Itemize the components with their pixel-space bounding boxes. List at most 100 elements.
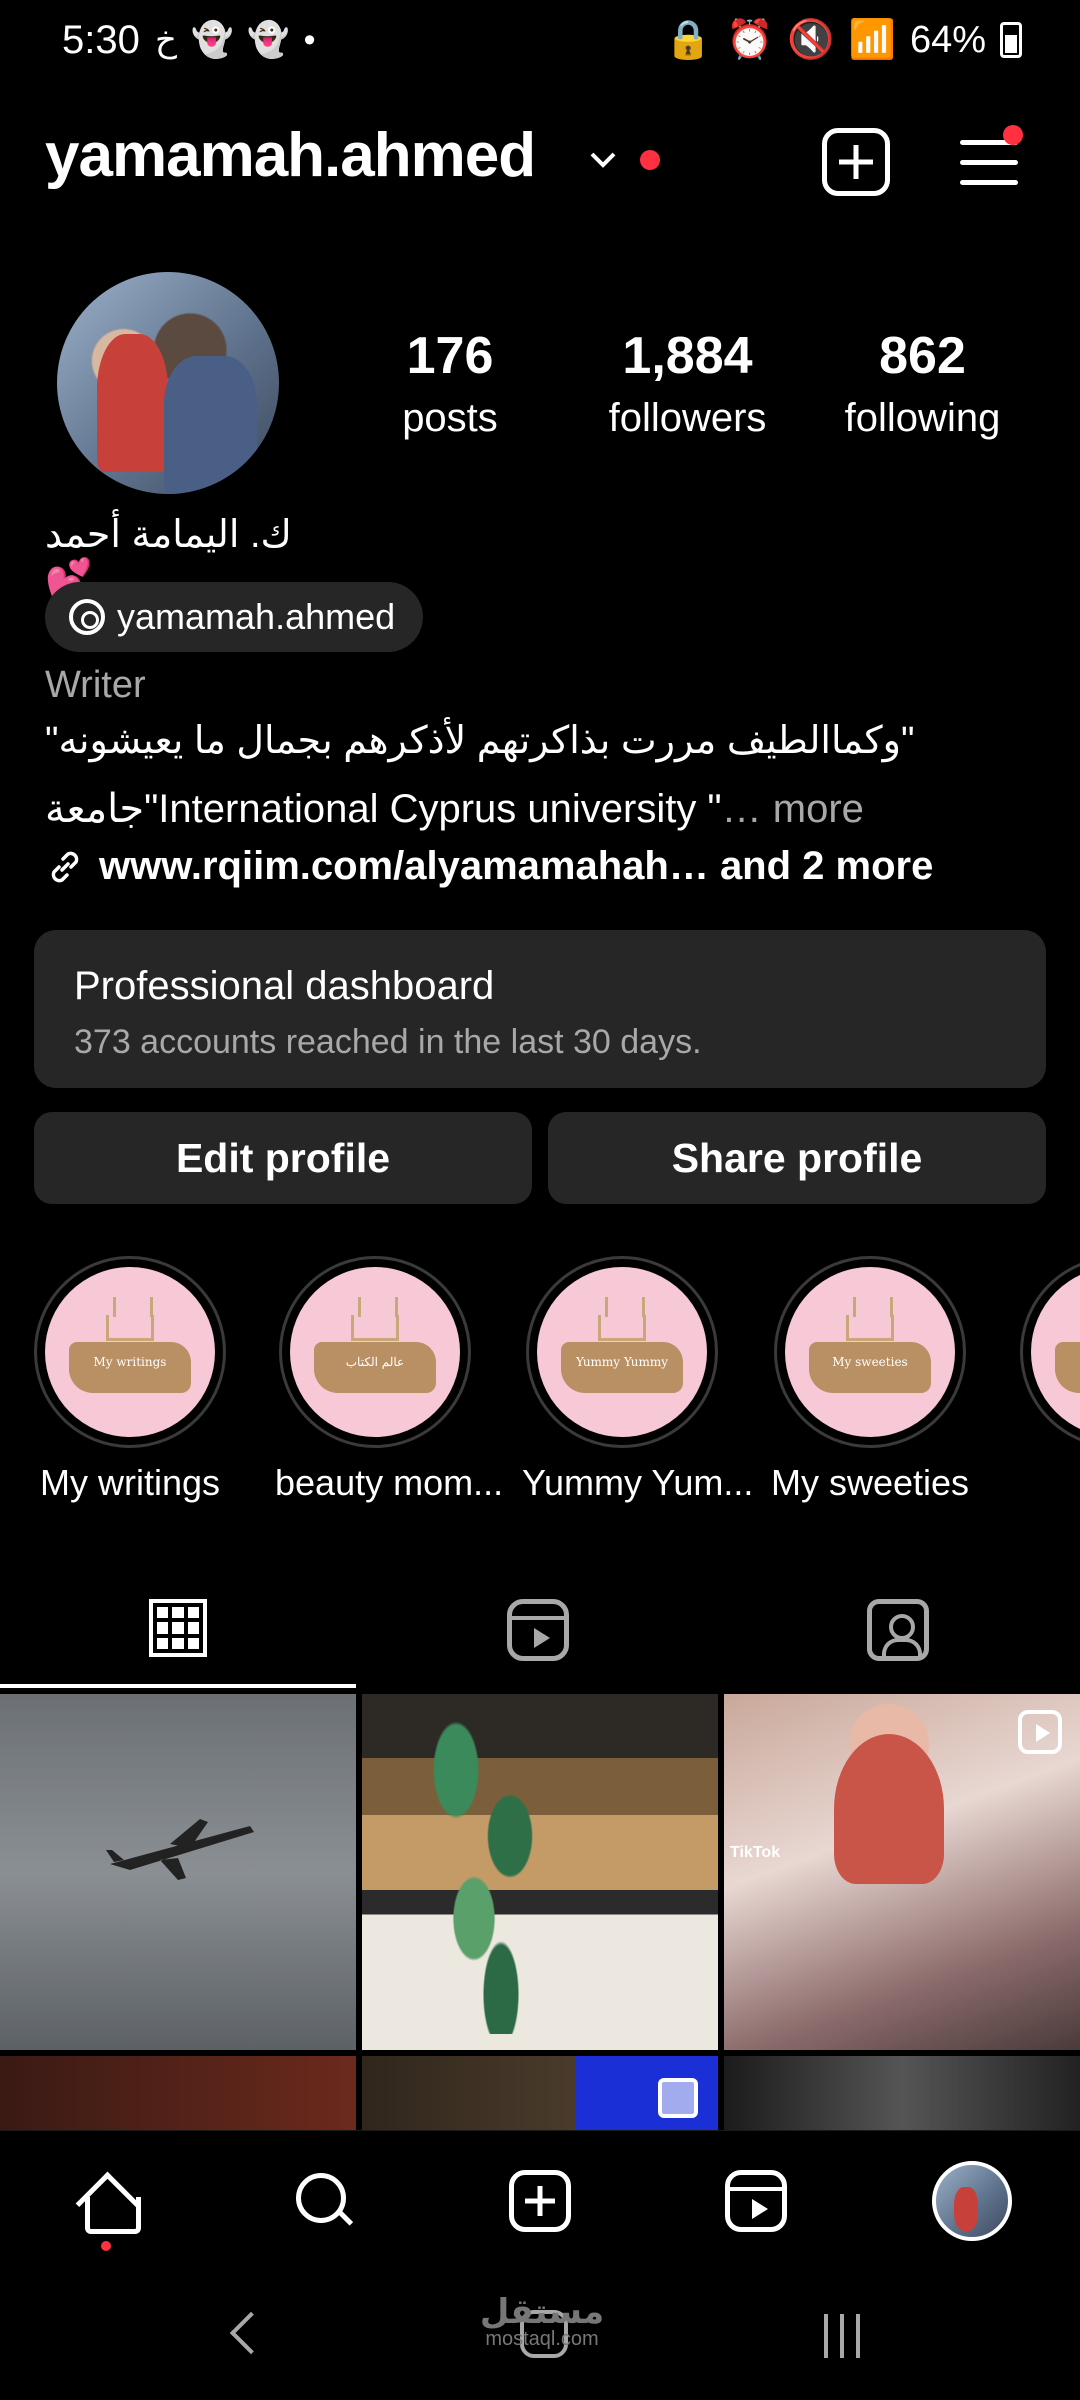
highlight-brush: عالم الكتاب [313, 1341, 437, 1393]
menu-notification-dot-icon [1003, 125, 1023, 145]
highlight-item[interactable]: My sweeties My sweeties [770, 1256, 970, 1504]
grid-cell [172, 1637, 184, 1649]
highlight-item[interactable]: عالم الكتاب beauty mom... [275, 1256, 503, 1504]
grid-cell [157, 1607, 169, 1619]
crown-icon [351, 1296, 399, 1341]
posts-count[interactable]: 176 posts [370, 326, 530, 441]
highlight-cover: عالم الكتاب [279, 1256, 471, 1448]
dashboard-subtitle: 373 accounts reached in the last 30 days… [74, 1023, 702, 1061]
nav-reels[interactable] [716, 2161, 796, 2241]
battery-percent: 64% [909, 18, 986, 61]
grid-cell [157, 1622, 169, 1634]
system-back-button[interactable] [226, 2310, 262, 2360]
username-switcher[interactable]: yamamah.ahmed [45, 120, 536, 191]
watermark-text: مستقل [479, 2293, 605, 2331]
reel-badge-icon [1018, 1710, 1062, 1754]
grid-cell [187, 1637, 199, 1649]
link-text: www.rqiim.com/alyamamahah… and 2 more [99, 844, 934, 888]
home-icon [79, 2173, 141, 2234]
threads-handle: yamamah.ahmed [117, 596, 396, 637]
system-navigation-bar: مستقل mostaql.com [0, 2270, 1080, 2400]
snapchat-icon: 👻 [190, 21, 234, 59]
post-thumbnail[interactable] [724, 2056, 1080, 2130]
status-glyph: خ [155, 21, 177, 59]
highlight-cover-image [1031, 1267, 1080, 1437]
nav-profile[interactable] [932, 2161, 1012, 2241]
highlight-item[interactable]: Yummy Yummy Yummy Yum... [522, 1256, 753, 1504]
menu-bar [960, 180, 1018, 185]
chevron-down-icon[interactable] [588, 144, 618, 174]
highlight-cover [1020, 1256, 1080, 1448]
edit-profile-button[interactable]: Edit profile [34, 1112, 532, 1204]
posts-count-value: 176 [406, 327, 494, 385]
avatar-photo-figure [96, 334, 168, 472]
bio-line: "وكماالطيف مررت بذاكرتهم لأذكرهم بجمال م… [45, 720, 915, 762]
baby-photo-body [834, 1734, 944, 1884]
profile-avatar[interactable] [57, 272, 279, 494]
highlight-item[interactable]: My writings My writings [30, 1256, 230, 1504]
highlight-item[interactable]: My [1016, 1256, 1080, 1504]
highlight-cover-image: My sweeties [785, 1267, 955, 1437]
nav-search[interactable] [284, 2161, 364, 2241]
highlight-label: My sweeties [770, 1462, 970, 1503]
dashboard-title: Professional dashboard [74, 964, 495, 1008]
post-thumbnail[interactable] [0, 1694, 356, 2050]
highlight-cover-image: Yummy Yummy [537, 1267, 707, 1437]
following-count-label: following [844, 396, 1001, 440]
status-left-icons: خ 👻 👻 • [155, 20, 316, 60]
tab-tagged[interactable] [720, 1572, 1076, 1688]
dot-icon: • [303, 20, 316, 59]
bio-text: جامعة"International Cyprus university " [45, 787, 722, 831]
avatar-photo-figure [163, 356, 257, 494]
grid-cell [187, 1622, 199, 1634]
share-profile-button[interactable]: Share profile [548, 1112, 1046, 1204]
crown-icon [598, 1296, 646, 1341]
snapchat-icon: 👻 [247, 21, 290, 59]
plus-icon [509, 2170, 571, 2232]
tiktok-watermark: TikTok [730, 1844, 781, 1861]
highlight-brush [1054, 1341, 1080, 1393]
post-thumbnail[interactable] [362, 2056, 718, 2130]
highlight-cover-image: My writings [45, 1267, 215, 1437]
bottom-navigation [0, 2130, 1080, 2270]
status-bar: 5:30 خ 👻 👻 • 🔒 ⏰ 🔇 📶 64% [0, 0, 1080, 80]
story-highlights: My writings My writings عالم الكتاب beau… [0, 1256, 1080, 1516]
crown-icon [106, 1296, 154, 1341]
recents-bar [840, 2314, 844, 2358]
profile-tabs [0, 1572, 1080, 1688]
highlight-cover-text: عالم الكتاب [345, 1355, 405, 1370]
system-recents-button[interactable] [824, 2314, 868, 2358]
mute-icon: 🔇 [787, 19, 835, 61]
recents-bar [824, 2314, 828, 2358]
post-thumbnail[interactable]: TikTok [724, 1694, 1080, 2050]
wifi-icon: 📶 [848, 19, 896, 61]
create-post-button[interactable] [822, 128, 890, 196]
post-thumbnail[interactable] [362, 1694, 718, 2050]
watermark-url: mostaql.com [485, 2328, 599, 2350]
link-icon [51, 851, 79, 882]
tab-posts-grid[interactable] [0, 1572, 356, 1688]
highlight-cover-text: My sweeties [832, 1355, 908, 1370]
post-thumbnail[interactable] [0, 2056, 356, 2130]
grid-cell [172, 1622, 184, 1634]
following-count[interactable]: 862 following [830, 326, 1015, 441]
highlight-label: My [1016, 1462, 1080, 1504]
nav-home[interactable] [68, 2161, 148, 2241]
highlight-label: My writings [39, 1462, 221, 1503]
professional-dashboard[interactable]: Professional dashboard 373 accounts reac… [34, 930, 1046, 1088]
followers-count[interactable]: 1,884 followers [575, 326, 800, 441]
bio-more-link[interactable]: … more [722, 787, 864, 831]
profile-links[interactable]: www.rqiim.com/alyamamahah… and 2 more [45, 844, 933, 889]
tab-reels[interactable] [360, 1572, 716, 1688]
highlight-cover-text: My writings [93, 1355, 167, 1370]
lock-icon: 🔒 [664, 19, 712, 61]
profile-header: yamamah.ahmed [0, 110, 1080, 210]
profile-category: Writer [45, 664, 146, 706]
followers-count-label: followers [608, 396, 767, 440]
menu-bar [960, 160, 1018, 165]
airplane-image [106, 1819, 254, 1880]
battery-icon [1000, 22, 1022, 58]
nav-create[interactable] [500, 2161, 580, 2241]
followers-count-value: 1,884 [622, 327, 753, 385]
threads-link-button[interactable]: yamamah.ahmed [45, 582, 424, 652]
